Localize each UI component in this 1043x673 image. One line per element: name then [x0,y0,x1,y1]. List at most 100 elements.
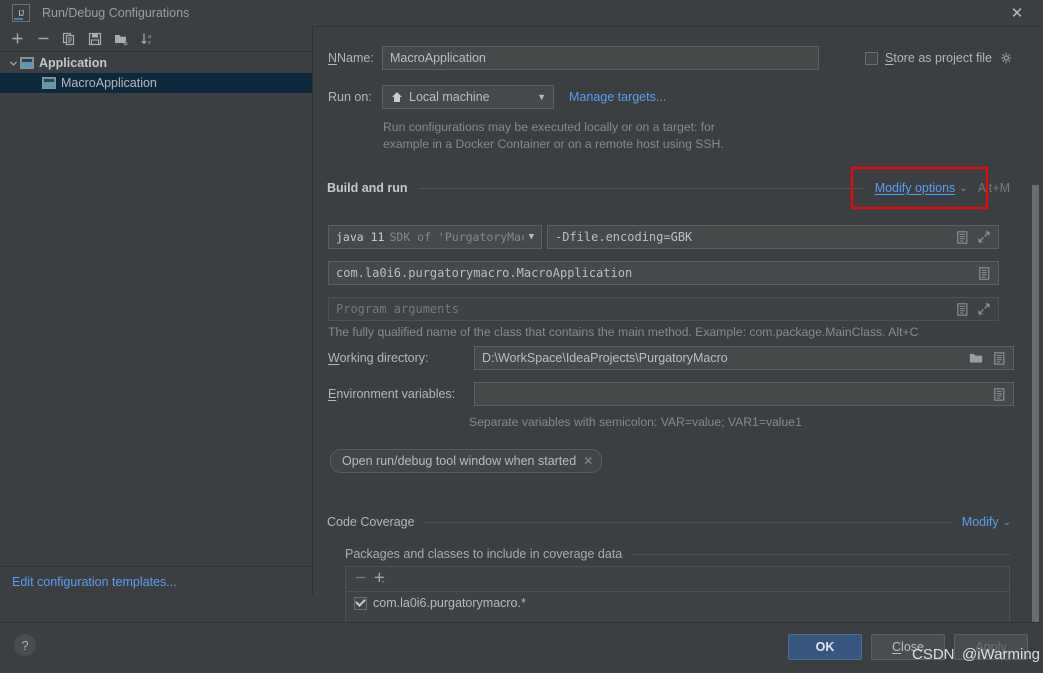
jre-secondary-value: SDK of 'PurgatoryMac [389,230,524,244]
help-button[interactable]: ? [14,634,36,656]
environment-variables-label: Environment variables: [328,387,456,401]
close-icon[interactable]: ✕ [999,0,1035,26]
environment-variables-hint: Separate variables with semicolon: VAR=v… [469,415,802,429]
insert-macro-icon[interactable] [992,351,1006,365]
name-label-rest: Name: [337,51,374,65]
coverage-package-label: com.la0i6.purgatorymacro.* [373,596,526,610]
open-tool-window-chip[interactable]: Open run/debug tool window when started … [330,449,603,473]
working-directory-row: Working directory: D:\WorkSpace\IdeaProj… [328,346,1014,370]
chevron-down-icon[interactable]: ▼ [537,92,549,102]
ok-button[interactable]: OK [788,634,862,660]
store-as-project-file-checkbox[interactable] [865,51,878,65]
save-configuration-button[interactable] [82,28,108,50]
sdk-vm-row: java 11 SDK of 'PurgatoryMac ▼ -Dfile.en… [328,225,999,249]
browse-class-icon[interactable] [977,266,991,280]
environment-variables-input[interactable] [474,382,1014,406]
gear-icon[interactable] [999,51,1013,65]
coverage-list-toolbar [346,567,1009,592]
run-on-hint-line1: Run configurations may be executed local… [383,120,715,134]
coverage-package-checkbox[interactable] [354,596,367,610]
vm-options-input[interactable]: -Dfile.encoding=GBK [547,225,999,249]
add-configuration-button[interactable] [4,28,30,50]
coverage-packages-title: Packages and classes to include in cover… [345,547,623,561]
svg-text:z: z [148,40,151,46]
open-tool-window-chip-label: Open run/debug tool window when started [342,454,577,468]
configuration-type-icon [42,77,56,89]
title-bar: IJ Run/Debug Configurations ✕ [0,0,1043,27]
watermark-csdn: CSDN [912,646,955,663]
name-label: NName: [328,51,374,65]
code-coverage-modify-link[interactable]: Modify ⌄ [962,515,1011,529]
section-divider [417,187,865,189]
tree-item-macroapplication[interactable]: MacroApplication [0,73,312,93]
sidebar-footer: Edit configuration templates... [0,566,312,596]
chevron-down-icon[interactable] [6,56,20,70]
build-and-run-title: Build and run [327,181,408,195]
chevron-down-icon: ⌄ [1002,516,1011,528]
working-directory-value: D:\WorkSpace\IdeaProjects\PurgatoryMacro [482,351,728,365]
run-on-combobox[interactable]: Local machine ▼ [382,85,554,109]
manage-targets-link[interactable]: Manage targets... [569,90,666,104]
tree-group-application[interactable]: Application [0,53,312,73]
code-coverage-section-header: Code Coverage Modify ⌄ [327,515,1011,529]
coverage-packages-list: com.la0i6.purgatorymacro.* [345,566,1010,623]
chevron-down-icon[interactable]: ▼ [529,232,537,242]
environment-variables-row: Environment variables: [328,382,1014,406]
modify-options-link[interactable]: Modify options ⌄ [875,181,968,195]
expand-icon[interactable] [977,230,991,244]
insert-macro-icon[interactable] [955,230,969,244]
add-package-button[interactable] [373,571,387,588]
main-class-input[interactable]: com.la0i6.purgatorymacro.MacroApplicatio… [328,261,999,285]
working-directory-label: Working directory: [328,351,429,365]
section-divider [632,553,1010,555]
vm-options-value: -Dfile.encoding=GBK [555,230,693,244]
configurations-tree: Application MacroApplication [0,52,312,93]
tree-item-label: MacroApplication [61,76,157,90]
configurations-sidebar: a z Application MacroApplication Edit co… [0,26,313,596]
build-and-run-section-header: Build and run Modify options ⌄ Alt+M [327,181,1010,195]
content-scrollbar[interactable] [1032,185,1039,623]
run-on-row: Run on: Local machine ▼ Manage targets..… [328,85,666,109]
tree-group-label: Application [39,56,108,70]
home-icon [390,90,404,104]
run-on-hint-line2: example in a Docker Container or on a re… [383,137,724,151]
name-input[interactable]: MacroApplication [382,46,819,70]
edit-environment-variables-icon[interactable] [992,387,1006,401]
new-folder-button[interactable] [108,28,134,50]
window-title: Run/Debug Configurations [42,6,190,20]
folder-icon[interactable] [969,351,983,365]
intellij-logo-icon: IJ [12,4,30,22]
remove-configuration-button[interactable] [30,28,56,50]
sort-alphabetically-button[interactable]: a z [134,28,160,50]
watermark-user: @iWarming [962,646,1041,663]
store-as-project-file-row[interactable]: Store as project file [865,51,1013,65]
jre-main-value: java 11 [336,230,385,244]
remove-package-button[interactable] [354,571,367,587]
modify-options-label: Modify options [874,181,956,195]
edit-configuration-templates-link[interactable]: Edit configuration templates... [12,575,177,589]
name-input-value: MacroApplication [390,51,486,65]
coverage-package-item[interactable]: com.la0i6.purgatorymacro.* [346,592,1009,614]
section-divider [424,521,952,523]
jre-combobox[interactable]: java 11 SDK of 'PurgatoryMac ▼ [328,225,542,249]
dialog-footer: ? OK Close Apply [0,622,1043,673]
sidebar-toolbar: a z [0,26,312,52]
run-debug-configurations-dialog: IJ Run/Debug Configurations ✕ a z Applic… [0,0,1043,673]
working-directory-input[interactable]: D:\WorkSpace\IdeaProjects\PurgatoryMacro [474,346,1014,370]
close-icon[interactable]: ✕ [583,454,593,468]
modify-options-shortcut: Alt+M [977,181,1010,195]
program-arguments-placeholder: Program arguments [336,302,459,316]
store-as-project-file-label: Store as project file [885,51,993,65]
copy-configuration-button[interactable] [56,28,82,50]
logo-text: IJ [18,8,24,18]
name-row: NName: MacroApplication Store as project… [328,46,1028,70]
logo-accent-bar [14,18,23,20]
main-class-hint: The fully qualified name of the class th… [328,325,919,339]
code-coverage-modify-label: Modify [961,515,999,529]
program-arguments-input[interactable]: Program arguments [328,297,999,321]
chevron-down-icon: ⌄ [959,182,968,194]
expand-icon[interactable] [977,302,991,316]
code-coverage-title: Code Coverage [327,515,415,529]
configuration-form: NName: MacroApplication Store as project… [314,27,1043,623]
insert-macro-icon[interactable] [955,302,969,316]
